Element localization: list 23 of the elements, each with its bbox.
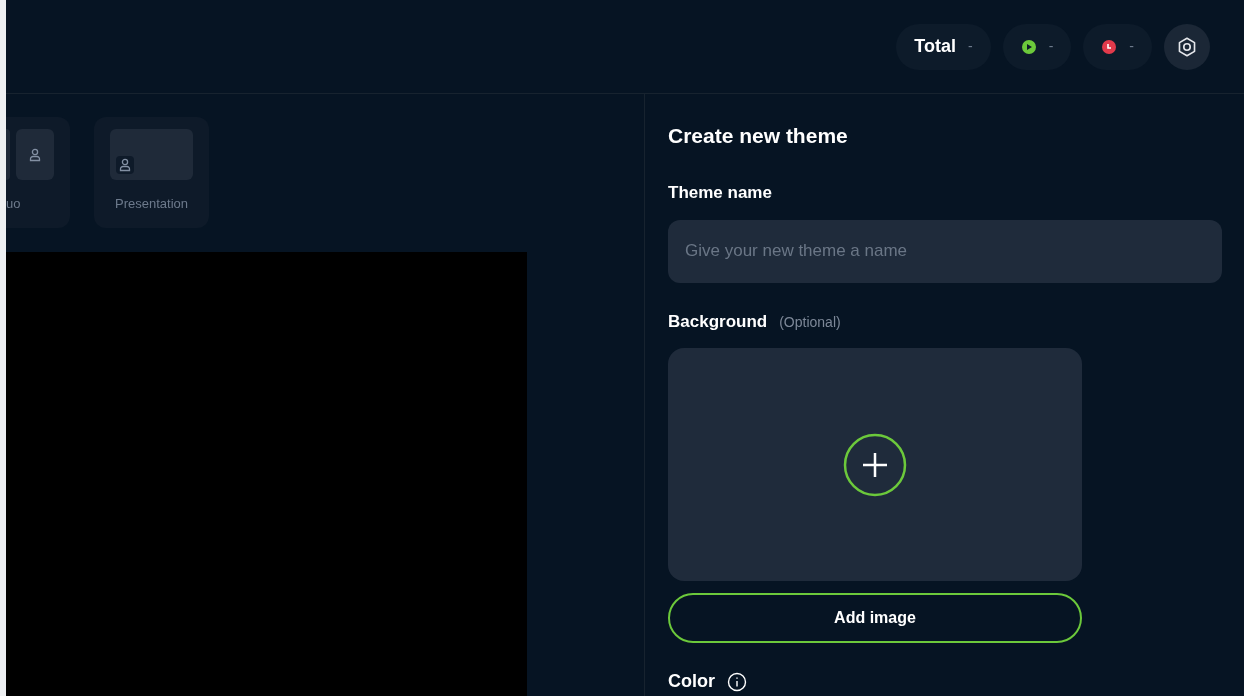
- play-icon: [1020, 38, 1037, 55]
- clock-icon: [1101, 38, 1118, 55]
- field-label: Color: [668, 670, 715, 693]
- info-icon[interactable]: [727, 671, 747, 692]
- add-image-button[interactable]: Add image: [668, 593, 1082, 643]
- person-icon: [29, 147, 41, 162]
- field-label: Background: [668, 310, 768, 333]
- settings-icon: [1176, 35, 1198, 58]
- layout-card[interactable]: uo: [6, 117, 70, 228]
- add-icon: [843, 432, 907, 497]
- field-label: Theme name: [668, 182, 773, 204]
- layout-card[interactable]: Presentation: [94, 117, 209, 228]
- settings-button[interactable]: [1164, 23, 1210, 70]
- layout-label: uo: [6, 195, 22, 213]
- stat-value: -: [1048, 37, 1054, 56]
- panel-title: Create new theme: [668, 123, 849, 149]
- theme-name-field[interactable]: Give your new theme a name: [668, 219, 1222, 283]
- stat-value: -: [1129, 37, 1134, 56]
- layout-label: Presentation: [115, 195, 188, 213]
- person-icon: [119, 158, 131, 172]
- optional-hint: (Optional): [779, 312, 841, 332]
- stat-value: -: [968, 37, 973, 56]
- stat-label: Total: [914, 35, 956, 58]
